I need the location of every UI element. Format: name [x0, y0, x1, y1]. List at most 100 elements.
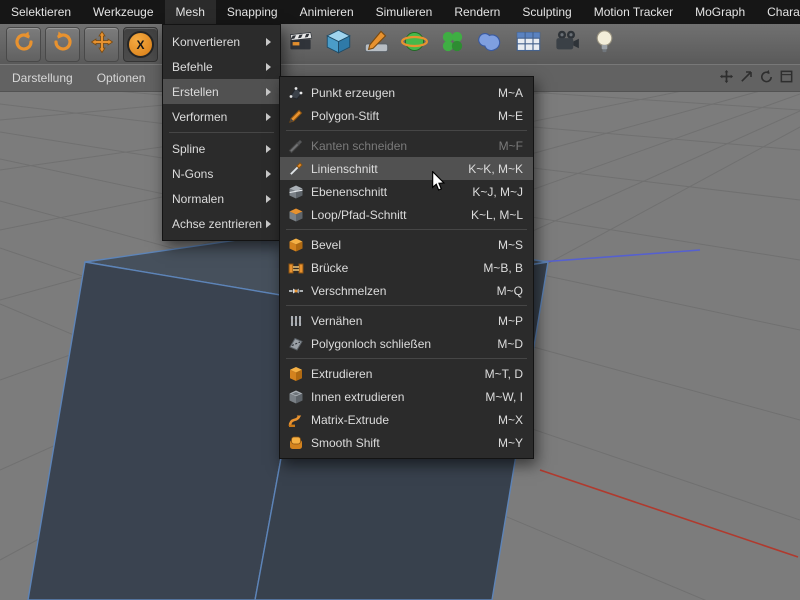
- submenu-item-label: Extrudieren: [311, 366, 373, 381]
- mesh-menu-item-konvertieren[interactable]: Konvertieren: [163, 29, 280, 54]
- submenu-arrow-icon: [266, 169, 271, 178]
- mesh-menu-item-achse-zentrieren[interactable]: Achse zentrieren: [163, 211, 280, 236]
- mesh-menu-item-erstellen[interactable]: Erstellen: [163, 79, 280, 104]
- mesh-menu-item-verformen[interactable]: Verformen: [163, 104, 280, 129]
- cloner-icon: [439, 28, 466, 60]
- light-button[interactable]: [588, 26, 620, 62]
- submenu-item-polygonloch-schliessen[interactable]: Polygonloch schließen M~D: [280, 332, 533, 355]
- submenu-item-loop-pfad-schnitt[interactable]: Loop/Pfad-Schnitt K~L, M~L: [280, 203, 533, 226]
- rotate-button[interactable]: [758, 69, 774, 87]
- submenu-item-shortcut: M~S: [497, 237, 523, 252]
- submenu-item-linienschnitt[interactable]: Linienschnitt K~K, M~K: [280, 157, 533, 180]
- clapperboard-button[interactable]: [284, 26, 316, 62]
- submenu-item-label: Polygonloch schließen: [311, 336, 432, 351]
- submenu-item-innen-extrudieren[interactable]: Innen extrudieren M~W, I: [280, 385, 533, 408]
- submenu-item-smooth-shift[interactable]: Smooth Shift M~Y: [280, 431, 533, 454]
- menubar-item-simulieren[interactable]: Simulieren: [365, 0, 444, 24]
- submenu-item-vernaehen[interactable]: Vernähen M~P: [280, 309, 533, 332]
- mesh-menu-item-spline[interactable]: Spline: [163, 136, 280, 161]
- camera-button[interactable]: [550, 26, 582, 62]
- mesh-menu: Konvertieren Befehle Erstellen Verformen Spl…: [162, 24, 281, 241]
- viewport-menu-optionen[interactable]: Optionen: [85, 65, 158, 91]
- x-axis-lock-button[interactable]: X: [123, 27, 158, 62]
- move-tool-button[interactable]: [84, 27, 119, 62]
- main-menubar: Selektieren Werkzeuge Mesh Snapping Animiere…: [0, 0, 800, 24]
- submenu-arrow-icon: [266, 144, 271, 153]
- menubar-item-snapping[interactable]: Snapping: [216, 0, 289, 24]
- punkt-erzeugen-icon: [287, 84, 304, 101]
- submenu-item-label: Brücke: [311, 260, 349, 275]
- sphere-deformer-button[interactable]: [398, 26, 430, 62]
- metaball-button[interactable]: [474, 26, 506, 62]
- vernaehen-icon: [287, 312, 304, 329]
- submenu-item-shortcut: M~X: [497, 412, 523, 427]
- submenu-item-kanten-schneiden: Kanten schneiden M~F: [280, 134, 533, 157]
- x-axis-lock-icon: X: [127, 31, 154, 58]
- submenu-item-matrix-extrude[interactable]: Matrix-Extrude M~X: [280, 408, 533, 431]
- menu-item-label: Erstellen: [172, 84, 219, 99]
- array-grid-button[interactable]: [512, 26, 544, 62]
- submenu-item-bevel[interactable]: Bevel M~S: [280, 233, 533, 256]
- maximize-button[interactable]: [778, 70, 794, 86]
- submenu-item-label: Bevel: [311, 237, 342, 252]
- menu-item-label: Achse zentrieren: [172, 216, 263, 231]
- viewport-menu-darstellung[interactable]: Darstellung: [0, 65, 85, 91]
- rotate-icon: [759, 69, 774, 87]
- camera-icon: [553, 28, 580, 60]
- kanten-schneiden-icon: [287, 137, 304, 154]
- submenu-item-label: Smooth Shift: [311, 435, 380, 450]
- submenu-item-verschmelzen[interactable]: Verschmelzen M~Q: [280, 279, 533, 302]
- submenu-item-shortcut: M~Q: [496, 283, 523, 298]
- menu-separator: [286, 305, 527, 306]
- z-axis-line: [539, 249, 701, 263]
- cloner-button[interactable]: [436, 26, 468, 62]
- zoom-button[interactable]: [738, 70, 754, 86]
- submenu-item-bruecke[interactable]: Brücke M~B, B: [280, 256, 533, 279]
- smooth-shift-icon: [287, 434, 304, 451]
- submenu-item-shortcut: M~T, D: [484, 366, 523, 381]
- menubar-item-motion-tracker[interactable]: Motion Tracker: [583, 0, 684, 24]
- array-grid-icon: [515, 28, 542, 60]
- pan-button[interactable]: [718, 69, 734, 86]
- submenu-item-label: Ebenenschnitt: [311, 184, 388, 199]
- menubar-item-mograph[interactable]: MoGraph: [684, 0, 756, 24]
- menu-item-label: Spline: [172, 141, 206, 156]
- submenu-item-label: Innen extrudieren: [311, 389, 405, 404]
- submenu-item-shortcut: M~E: [497, 108, 523, 123]
- submenu-item-label: Verschmelzen: [311, 283, 387, 298]
- menubar-item-rendern[interactable]: Rendern: [443, 0, 511, 24]
- menubar-item-charakter[interactable]: Charakter: [756, 0, 800, 24]
- submenu-item-label: Kanten schneiden: [311, 138, 408, 153]
- submenu-item-label: Polygon-Stift: [311, 108, 380, 123]
- polygonloch-schliessen-icon: [287, 335, 304, 352]
- submenu-item-shortcut: M~W, I: [485, 389, 523, 404]
- submenu-arrow-icon: [266, 37, 271, 46]
- submenu-item-shortcut: M~D: [497, 336, 523, 351]
- menubar-item-selektieren[interactable]: Selektieren: [0, 0, 82, 24]
- menu-item-label: Befehle: [172, 59, 213, 74]
- submenu-item-shortcut: K~K, M~K: [468, 161, 523, 176]
- menubar-item-werkzeuge[interactable]: Werkzeuge: [82, 0, 164, 24]
- submenu-item-shortcut: M~F: [498, 138, 523, 153]
- polygon-stift-icon: [287, 107, 304, 124]
- sculpt-pen-icon: [363, 28, 390, 60]
- mesh-menu-item-n-gons[interactable]: N-Gons: [163, 161, 280, 186]
- submenu-item-polygon-stift[interactable]: Polygon-Stift M~E: [280, 104, 533, 127]
- maximize-icon: [779, 69, 794, 87]
- extrudieren-icon: [287, 365, 304, 382]
- cube-tool-button[interactable]: [322, 26, 354, 62]
- menubar-item-sculpting[interactable]: Sculpting: [511, 0, 582, 24]
- submenu-item-punkt-erzeugen[interactable]: Punkt erzeugen M~A: [280, 81, 533, 104]
- menubar-item-animieren[interactable]: Animieren: [289, 0, 365, 24]
- undo-button[interactable]: [6, 27, 41, 62]
- bruecke-icon: [287, 259, 304, 276]
- mesh-menu-item-normalen[interactable]: Normalen: [163, 186, 280, 211]
- innen-extrudieren-icon: [287, 388, 304, 405]
- menubar-item-mesh[interactable]: Mesh: [164, 0, 216, 24]
- sculpt-pen-button[interactable]: [360, 26, 392, 62]
- redo-button[interactable]: [45, 27, 80, 62]
- submenu-item-ebenenschnitt[interactable]: Ebenenschnitt K~J, M~J: [280, 180, 533, 203]
- mesh-menu-item-befehle[interactable]: Befehle: [163, 54, 280, 79]
- sphere-deformer-icon: [400, 28, 428, 60]
- submenu-item-extrudieren[interactable]: Extrudieren M~T, D: [280, 362, 533, 385]
